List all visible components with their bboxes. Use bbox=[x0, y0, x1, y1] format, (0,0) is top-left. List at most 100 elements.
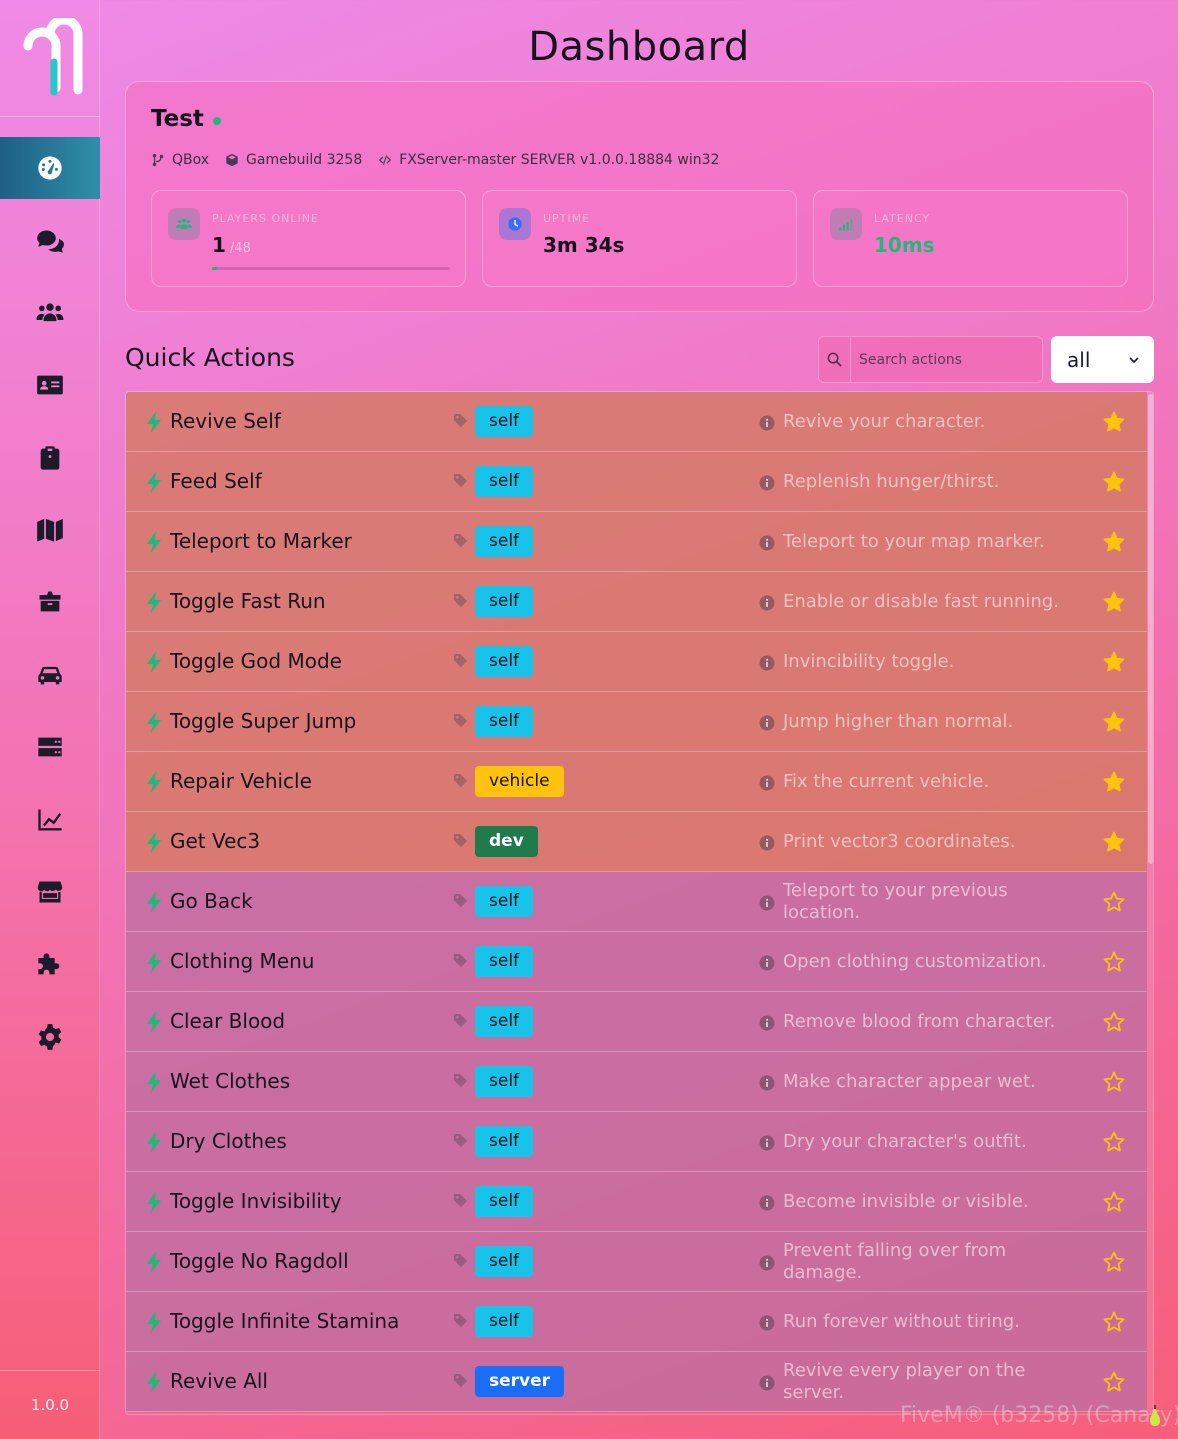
nav-vehicles[interactable] bbox=[0, 644, 100, 706]
favorite-star-icon[interactable] bbox=[1102, 950, 1126, 974]
players-count: 1 bbox=[212, 233, 226, 257]
info-icon bbox=[759, 595, 775, 611]
category-filter-select[interactable]: all bbox=[1051, 336, 1154, 383]
tag-icon bbox=[453, 1073, 468, 1088]
version-divider bbox=[0, 1370, 100, 1371]
action-description: Revive your character. bbox=[783, 411, 986, 432]
action-row[interactable]: Wet Clothes self Make character appear wet… bbox=[126, 1052, 1147, 1112]
action-description: Teleport to your map marker. bbox=[783, 531, 1045, 552]
nav-clipboard[interactable] bbox=[0, 427, 100, 489]
action-description: Fix the current vehicle. bbox=[783, 771, 990, 792]
favorite-star-icon[interactable] bbox=[1102, 650, 1126, 674]
action-row[interactable]: Teleport to Marker self Teleport to your m… bbox=[126, 512, 1147, 572]
server-status-dot bbox=[213, 117, 221, 125]
uptime-stat-value: 3m 34s bbox=[543, 233, 625, 257]
action-tag-badge: self bbox=[475, 1066, 534, 1097]
action-row[interactable]: Toggle Fast Run self Enable or disable fas… bbox=[126, 572, 1147, 632]
tag-icon bbox=[453, 593, 468, 608]
favorite-star-icon[interactable] bbox=[1102, 1370, 1126, 1394]
action-description: Run forever without tiring. bbox=[783, 1311, 1020, 1332]
nav-statistics[interactable] bbox=[0, 789, 100, 851]
action-tag-badge: self bbox=[475, 1246, 534, 1277]
action-tag-badge: server bbox=[475, 1366, 565, 1397]
action-row[interactable]: Go Back self Teleport to your previous loc… bbox=[126, 872, 1147, 932]
table-scrollbar[interactable] bbox=[1147, 392, 1153, 1414]
favorite-star-icon[interactable] bbox=[1102, 1250, 1126, 1274]
players-icon bbox=[176, 218, 192, 229]
tag-icon bbox=[453, 773, 468, 788]
bolt-icon bbox=[147, 651, 161, 673]
gamebuild-info: Gamebuild 3258 bbox=[225, 152, 362, 168]
nav-chat[interactable] bbox=[0, 210, 100, 272]
search-input[interactable] bbox=[851, 337, 1042, 382]
action-row[interactable]: Toggle Super Jump self Jump higher than no… bbox=[126, 692, 1147, 752]
action-row[interactable]: Get Vec3 dev Print vector3 coordinates. bbox=[126, 812, 1147, 872]
favorite-star-icon[interactable] bbox=[1102, 1190, 1126, 1214]
favorite-star-icon[interactable] bbox=[1102, 470, 1126, 494]
action-tag-badge: self bbox=[475, 1006, 534, 1037]
action-name: Clear Blood bbox=[170, 1009, 286, 1033]
framework-info: QBox bbox=[151, 152, 209, 168]
chart-line-icon bbox=[38, 809, 62, 831]
favorite-star-icon[interactable] bbox=[1102, 1010, 1126, 1034]
info-icon bbox=[759, 835, 775, 851]
action-name: Toggle God Mode bbox=[170, 649, 342, 673]
action-row[interactable]: Feed Self self Replenish hunger/thirst. bbox=[126, 452, 1147, 512]
nav-id-card[interactable] bbox=[0, 354, 100, 416]
table-scroll-thumb[interactable] bbox=[1148, 394, 1153, 864]
favorite-star-icon[interactable] bbox=[1102, 1130, 1126, 1154]
favorite-star-icon[interactable] bbox=[1102, 1070, 1126, 1094]
nav-plugins[interactable] bbox=[0, 934, 100, 996]
page-title: Dashboard bbox=[528, 24, 750, 70]
nav-map[interactable] bbox=[0, 499, 100, 561]
action-name: Dry Clothes bbox=[170, 1129, 287, 1153]
nav-server[interactable] bbox=[0, 716, 100, 778]
favorite-star-icon[interactable] bbox=[1102, 770, 1126, 794]
chevron-down-icon bbox=[1129, 356, 1139, 363]
bolt-icon bbox=[147, 1251, 161, 1273]
action-name: Revive All bbox=[170, 1369, 268, 1393]
action-row[interactable]: Dry Clothes self Dry your character's outf… bbox=[126, 1112, 1147, 1172]
action-name: Feed Self bbox=[170, 469, 262, 493]
favorite-star-icon[interactable] bbox=[1102, 830, 1126, 854]
favorite-star-icon[interactable] bbox=[1102, 890, 1126, 914]
action-description: Invincibility toggle. bbox=[783, 651, 955, 672]
bolt-icon bbox=[147, 891, 161, 913]
bolt-icon bbox=[147, 591, 161, 613]
favorite-star-icon[interactable] bbox=[1102, 410, 1126, 434]
clipboard-icon bbox=[40, 446, 60, 470]
favorite-star-icon[interactable] bbox=[1102, 530, 1126, 554]
action-tag-badge: self bbox=[475, 1306, 534, 1337]
info-icon bbox=[759, 955, 775, 971]
clock-icon bbox=[508, 217, 522, 231]
favorite-star-icon[interactable] bbox=[1102, 710, 1126, 734]
tag-icon bbox=[453, 893, 468, 908]
action-tag-badge: self bbox=[475, 706, 534, 737]
fivem-watermark: FiveM® (b3258) (Canary) bbox=[900, 1403, 1178, 1428]
action-row[interactable]: Toggle God Mode self Invincibility toggle. bbox=[126, 632, 1147, 692]
favorite-star-icon[interactable] bbox=[1102, 1310, 1126, 1334]
info-icon bbox=[759, 415, 775, 431]
branch-icon bbox=[152, 153, 164, 167]
tag-icon bbox=[453, 473, 468, 488]
favorite-star-icon[interactable] bbox=[1102, 590, 1126, 614]
action-row[interactable]: Repair Vehicle vehicle Fix the current veh… bbox=[126, 752, 1147, 812]
bolt-icon bbox=[147, 1371, 161, 1393]
action-row[interactable]: Toggle Invisibility self Become invisible … bbox=[126, 1172, 1147, 1232]
action-row[interactable]: Toggle No Ragdoll self Prevent falling ove… bbox=[126, 1232, 1147, 1292]
nav-dashboard[interactable] bbox=[0, 137, 100, 199]
nav-inventory[interactable] bbox=[0, 571, 100, 633]
action-row[interactable]: Clear Blood self Remove blood from charact… bbox=[126, 992, 1147, 1052]
players-stat-label: PLAYERS ONLINE bbox=[212, 212, 319, 225]
nav-players[interactable] bbox=[0, 282, 100, 344]
action-tag-badge: self bbox=[475, 406, 534, 437]
action-tag-badge: self bbox=[475, 526, 534, 557]
action-row[interactable]: Toggle Infinite Stamina self Run forever w… bbox=[126, 1292, 1147, 1352]
action-row[interactable]: Clothing Menu self Open clothing customiza… bbox=[126, 932, 1147, 992]
nav-store[interactable] bbox=[0, 861, 100, 923]
tag-icon bbox=[453, 833, 468, 848]
action-tag-badge: self bbox=[475, 466, 534, 497]
nav-settings[interactable] bbox=[0, 1006, 100, 1068]
tag-icon bbox=[453, 1313, 468, 1328]
action-row[interactable]: Revive Self self Revive your character. bbox=[126, 392, 1147, 452]
